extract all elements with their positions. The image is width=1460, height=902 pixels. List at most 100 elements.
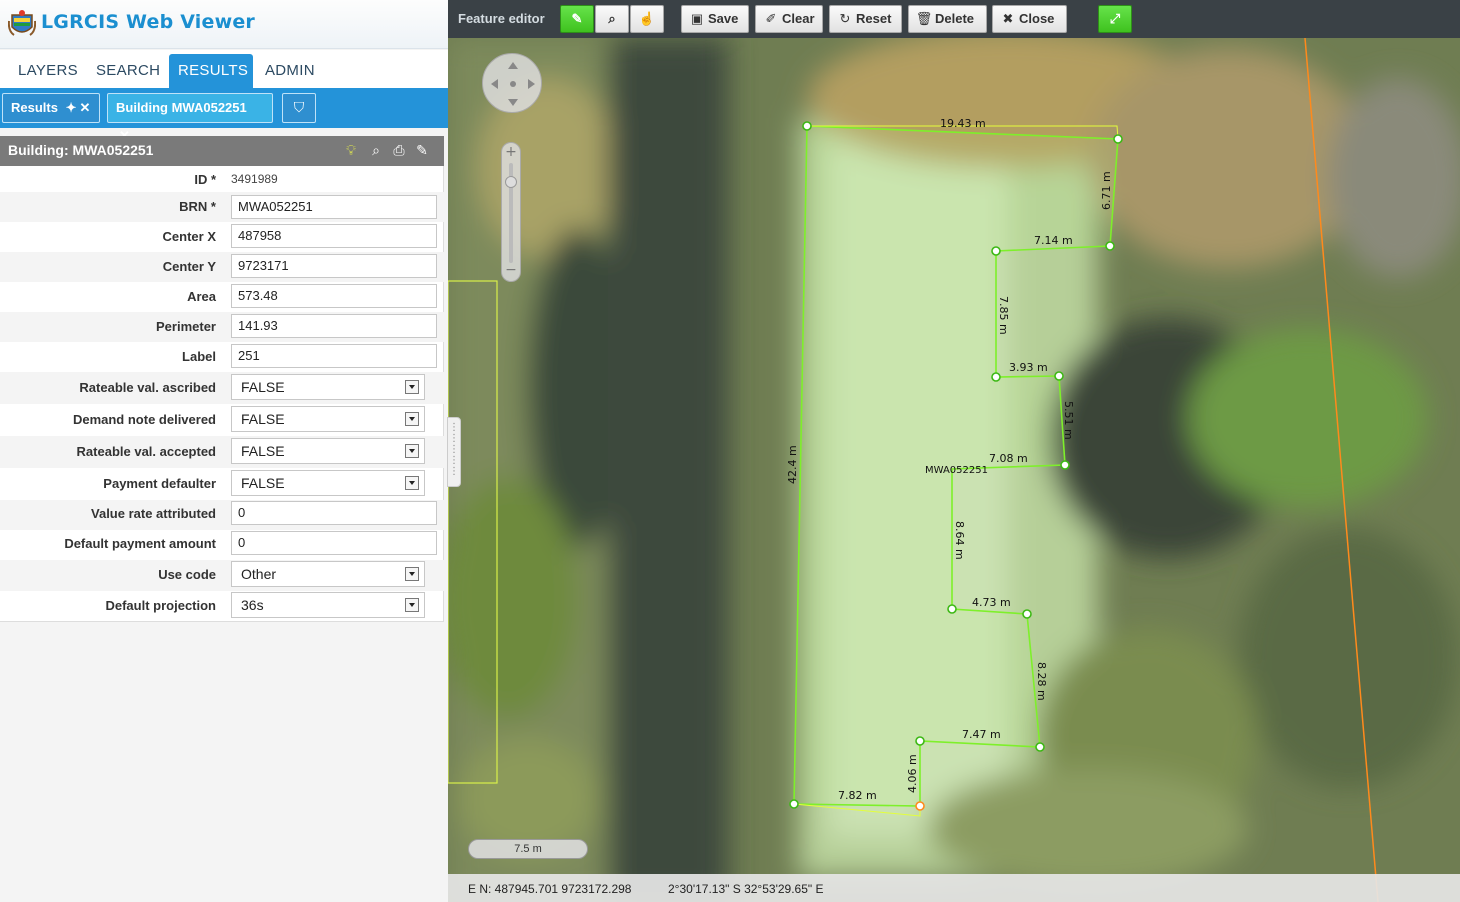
field-label: Label [182,349,216,364]
reset-label: Reset [856,11,892,26]
field-label: Demand note delivered [72,412,216,427]
field-label: ID * [194,172,216,187]
demand-note-select[interactable]: FALSE [231,406,425,432]
zoom-handle[interactable] [505,176,517,188]
coat-of-arms-logo [8,10,36,36]
perimeter-field[interactable]: 141.93 [231,314,437,338]
subtab-building[interactable]: Building MWA052251 ✕ [107,93,273,143]
segment-label: 8.64 m [953,521,966,560]
pan-arrows-icon [491,62,535,106]
status-easting-northing: E N: 487945.701 9723172.298 [468,882,632,896]
field-label: Rateable val. accepted [76,444,216,459]
pointer-info-icon: ☝ [638,11,656,26]
close-icon[interactable]: ✕ [80,100,91,115]
center-x-field[interactable]: 487958 [231,224,437,248]
scale-bar: 7.5 m [468,839,588,859]
select-value: 36s [241,597,264,613]
subtab-building-label: Building MWA052251 [116,100,247,115]
area-field[interactable]: 573.48 [231,284,437,308]
segment-label: 7.08 m [989,452,1028,465]
field-row-demand-note: Demand note delivered FALSE [0,404,444,436]
eraser-icon: ✐ [765,11,777,26]
field-label: Payment defaulter [103,476,216,491]
identify-tool-button[interactable]: ☝ [630,5,664,33]
draw-tool-button[interactable]: ✎ [560,5,594,33]
chevron-down-icon [405,444,419,458]
value-rate-field[interactable]: 0 [231,501,437,525]
zoom-out-icon[interactable]: − [505,263,517,277]
field-row-rateable-accepted: Rateable val. accepted FALSE [0,436,444,468]
status-lat-lon: 2°30'17.13" S 32°53'29.65" E [668,882,824,896]
clear-label: Clear [782,11,815,26]
attribute-form: ID * 3491989 BRN * MWA052251 Center X 48… [0,166,444,622]
tab-search[interactable]: SEARCH [87,54,169,88]
id-value: 3491989 [231,172,278,186]
center-y-field[interactable]: 9723171 [231,254,437,278]
rateable-accepted-select[interactable]: FALSE [231,438,425,464]
chevron-down-icon [405,476,419,490]
select-value: FALSE [241,379,285,395]
label-field[interactable]: 251 [231,344,437,368]
floppy-icon: ▣ [690,11,704,26]
pin-icon[interactable]: ✦ [66,100,77,115]
subtab-results[interactable]: Results ✦ ✕ [2,93,100,123]
segment-label: 7.82 m [838,789,877,802]
save-label: Save [708,11,739,26]
field-row-perimeter: Perimeter 141.93 [0,312,444,342]
delete-label: Delete [935,11,975,26]
clear-button[interactable]: ✐ Clear [755,5,823,33]
zoom-icon[interactable]: ⌕ [366,141,386,161]
field-row-label: Label 251 [0,342,444,372]
tab-results[interactable]: RESULTS [169,54,253,88]
field-label: Perimeter [156,319,216,334]
close-button[interactable]: ✖ Close [992,5,1067,33]
left-panel: LGRCIS Web Viewer LAYERS SEARCH RESULTS … [0,0,448,902]
print-icon[interactable]: ⎙ [389,141,409,161]
field-label: Use code [158,567,216,582]
select-value: Other [241,566,277,582]
segment-label: 4.06 m [906,754,919,793]
segment-label: 7.47 m [962,728,1001,741]
reset-button[interactable]: ↻ Reset [829,5,902,33]
coordinate-status-bar: E N: 487945.701 9723172.298 2°30'17.13" … [448,874,1460,902]
field-label: Value rate attributed [91,506,216,521]
filter-results-button[interactable]: ⛉ [282,93,316,123]
brn-field[interactable]: MWA052251 [231,195,437,219]
delete-button[interactable]: 🗑︎ Delete [908,5,987,33]
bulb-icon[interactable]: 💡︎ [341,141,361,161]
edit-icon[interactable]: ✎ [412,141,432,161]
projection-select[interactable]: 36s [231,592,425,618]
field-row-area: Area 573.48 [0,282,444,312]
feature-panel-header: Building: MWA052251 💡︎ ⌕ ⎙ ✎ [0,136,444,166]
save-button[interactable]: ▣ Save [681,5,749,33]
snap-icon: ⤢ [1109,11,1121,26]
field-row-rateable-ascribed: Rateable val. ascribed FALSE [0,372,444,404]
map-view[interactable]: 19.43 m 6.71 m 7.14 m 7.85 m 3.93 m 5.51… [448,38,1460,902]
zoom-slider[interactable]: + − [501,142,521,282]
field-row-center-y: Center Y 9723171 [0,252,444,282]
field-label: Default payment amount [64,536,216,551]
panel-resize-handle[interactable]: ⋮ ⋮ ⋮ ⋮ ⋮ [447,417,461,487]
pan-control[interactable] [482,53,542,113]
chevron-down-icon [405,598,419,612]
use-code-select[interactable]: Other [231,561,425,587]
main-tabs: LAYERS SEARCH RESULTS ADMIN [0,50,448,88]
tab-layers[interactable]: LAYERS [9,54,87,88]
field-label: Center X [162,229,216,244]
search-tool-button[interactable]: ⌕ [595,5,629,33]
subtab-results-label: Results [11,100,58,115]
rateable-ascribed-select[interactable]: FALSE [231,374,425,400]
payment-defaulter-select[interactable]: FALSE [231,470,425,496]
segment-label: 7.14 m [1034,234,1073,247]
zoom-in-icon[interactable]: + [505,145,517,159]
snap-tool-button[interactable]: ⤢ [1098,5,1132,33]
field-label: BRN * [179,199,216,214]
chevron-down-icon [405,567,419,581]
field-label: Rateable val. ascribed [79,380,216,395]
field-row-brn: BRN * MWA052251 [0,192,444,222]
default-payment-field[interactable]: 0 [231,531,437,555]
field-row-projection: Default projection 36s [0,591,444,622]
tab-admin[interactable]: ADMIN [256,54,324,88]
field-row-use-code: Use code Other [0,560,444,591]
select-value: FALSE [241,475,285,491]
